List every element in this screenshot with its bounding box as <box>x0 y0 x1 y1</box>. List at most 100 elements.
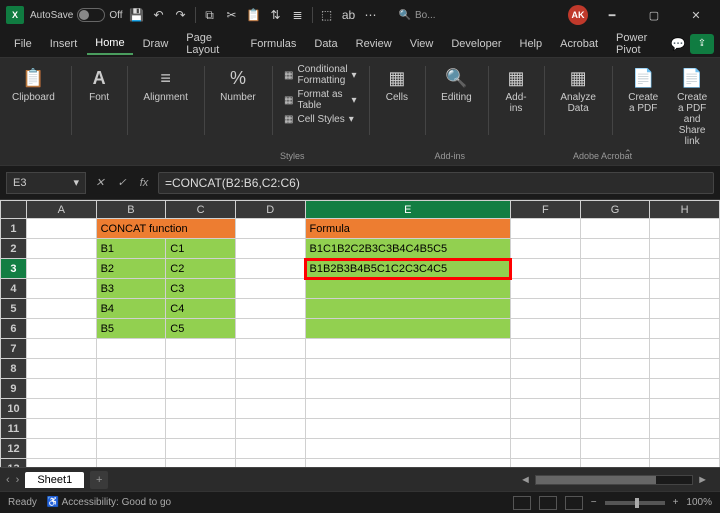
analyze-button[interactable]: ▦ Analyze Data <box>556 64 600 116</box>
autosave-toggle[interactable]: AutoSave Off <box>30 8 123 22</box>
user-avatar[interactable]: AK <box>568 5 588 25</box>
font-button[interactable]: A Font <box>83 64 115 105</box>
tab-formulas[interactable]: Formulas <box>243 34 305 54</box>
name-box[interactable]: E3 ▾ <box>6 172 86 194</box>
row-header[interactable]: 6 <box>1 319 27 339</box>
number-button[interactable]: % Number <box>216 64 260 105</box>
share-button[interactable]: ⇪ <box>690 34 714 54</box>
add-sheet-button[interactable]: + <box>90 471 108 489</box>
paste-icon[interactable]: 📋 <box>246 7 262 23</box>
tab-help[interactable]: Help <box>512 34 551 54</box>
cell[interactable]: C3 <box>166 279 236 299</box>
editing-button[interactable]: 🔍 Editing <box>437 64 476 105</box>
sort-icon[interactable]: ⇅ <box>268 7 284 23</box>
scroll-right-icon[interactable]: ► <box>697 474 708 486</box>
next-sheet-icon[interactable]: › <box>16 474 20 486</box>
collapse-ribbon-icon[interactable]: ⌃ <box>624 148 632 159</box>
touch-icon[interactable]: ⬚ <box>319 7 335 23</box>
minimize-button[interactable]: ━ <box>594 1 630 29</box>
col-header[interactable]: B <box>96 201 166 219</box>
page-break-view-icon[interactable] <box>565 496 583 510</box>
zoom-level[interactable]: 100% <box>686 497 712 508</box>
create-pdf-button[interactable]: 📄 Create a PDF <box>624 64 662 116</box>
col-header[interactable]: G <box>580 201 650 219</box>
filter-icon[interactable]: ≣ <box>290 7 306 23</box>
cell[interactable]: B4 <box>96 299 166 319</box>
conditional-formatting-button[interactable]: ▦Conditional Formatting▾ <box>284 64 357 86</box>
row-header[interactable]: 11 <box>1 419 27 439</box>
tab-page-layout[interactable]: Page Layout <box>178 28 240 60</box>
comments-icon[interactable]: 💬 <box>670 36 686 52</box>
cell[interactable]: B3 <box>96 279 166 299</box>
row-header[interactable]: 10 <box>1 399 27 419</box>
cancel-formula-icon[interactable]: ✕ <box>90 173 110 193</box>
tab-home[interactable]: Home <box>87 33 132 55</box>
cell[interactable]: Formula <box>305 219 511 239</box>
tab-acrobat[interactable]: Acrobat <box>552 34 606 54</box>
cell[interactable]: B5 <box>96 319 166 339</box>
tab-power-pivot[interactable]: Power Pivot <box>608 28 668 60</box>
active-cell[interactable]: B1B2B3B4B5C1C2C3C4C5 <box>305 259 511 279</box>
cell[interactable]: CONCAT function <box>96 219 235 239</box>
scroll-left-icon[interactable]: ◄ <box>520 474 531 486</box>
strike-icon[interactable]: ab <box>341 7 357 23</box>
cut-icon[interactable]: ✂ <box>224 7 240 23</box>
normal-view-icon[interactable] <box>513 496 531 510</box>
page-layout-view-icon[interactable] <box>539 496 557 510</box>
tab-review[interactable]: Review <box>348 34 400 54</box>
select-all-corner[interactable] <box>1 201 27 219</box>
formula-input[interactable]: =CONCAT(B2:B6,C2:C6) <box>158 172 714 194</box>
cell[interactable]: C1 <box>166 239 236 259</box>
col-header[interactable]: E <box>305 201 511 219</box>
spreadsheet-grid[interactable]: A B C D E F G H 1CONCAT functionFormula … <box>0 200 720 467</box>
cell[interactable] <box>305 299 511 319</box>
cells-button[interactable]: ▦ Cells <box>381 64 413 105</box>
col-header[interactable]: F <box>511 201 581 219</box>
redo-icon[interactable]: ↷ <box>173 7 189 23</box>
tab-data[interactable]: Data <box>306 34 345 54</box>
cell[interactable]: B2 <box>96 259 166 279</box>
col-header[interactable]: A <box>26 201 96 219</box>
save-icon[interactable]: 💾 <box>129 7 145 23</box>
zoom-in-icon[interactable]: + <box>673 497 679 508</box>
accept-formula-icon[interactable]: ✓ <box>112 173 132 193</box>
zoom-slider[interactable] <box>605 501 665 505</box>
cell[interactable]: B1 <box>96 239 166 259</box>
col-header[interactable]: H <box>650 201 720 219</box>
cell[interactable] <box>305 279 511 299</box>
cell-styles-button[interactable]: ▦Cell Styles▾ <box>284 114 357 125</box>
row-header[interactable]: 7 <box>1 339 27 359</box>
sheet-tab[interactable]: Sheet1 <box>25 472 84 488</box>
search-box[interactable]: 🔍 Bo... <box>393 8 473 23</box>
col-header[interactable]: D <box>235 201 305 219</box>
addins-button[interactable]: ▦ Add-ins <box>500 64 532 116</box>
undo-icon[interactable]: ↶ <box>151 7 167 23</box>
cell[interactable]: C4 <box>166 299 236 319</box>
tab-file[interactable]: File <box>6 34 40 54</box>
toggle-off-icon[interactable] <box>77 8 105 22</box>
close-button[interactable]: ✕ <box>678 1 714 29</box>
row-header[interactable]: 5 <box>1 299 27 319</box>
tab-insert[interactable]: Insert <box>42 34 86 54</box>
format-as-table-button[interactable]: ▦Format as Table▾ <box>284 89 357 111</box>
prev-sheet-icon[interactable]: ‹ <box>6 474 10 486</box>
create-pdf-share-button[interactable]: 📄 Create a PDF and Share link <box>672 64 712 149</box>
tab-draw[interactable]: Draw <box>135 34 177 54</box>
accessibility-status[interactable]: ♿ Accessibility: Good to go <box>47 497 171 508</box>
row-header[interactable]: 3 <box>1 259 27 279</box>
col-header[interactable]: C <box>166 201 236 219</box>
row-header[interactable]: 4 <box>1 279 27 299</box>
tab-view[interactable]: View <box>402 34 442 54</box>
copy-icon[interactable]: ⧉ <box>202 7 218 23</box>
row-header[interactable]: 1 <box>1 219 27 239</box>
zoom-out-icon[interactable]: − <box>591 497 597 508</box>
cell[interactable]: C2 <box>166 259 236 279</box>
maximize-button[interactable]: ▢ <box>636 1 672 29</box>
alignment-button[interactable]: ≡ Alignment <box>139 64 191 105</box>
clipboard-button[interactable]: 📋 Clipboard <box>8 64 59 105</box>
fx-icon[interactable]: fx <box>134 173 154 193</box>
row-header[interactable]: 8 <box>1 359 27 379</box>
tab-developer[interactable]: Developer <box>443 34 509 54</box>
cell[interactable]: B1C1B2C2B3C3B4C4B5C5 <box>305 239 511 259</box>
row-header[interactable]: 13 <box>1 459 27 468</box>
